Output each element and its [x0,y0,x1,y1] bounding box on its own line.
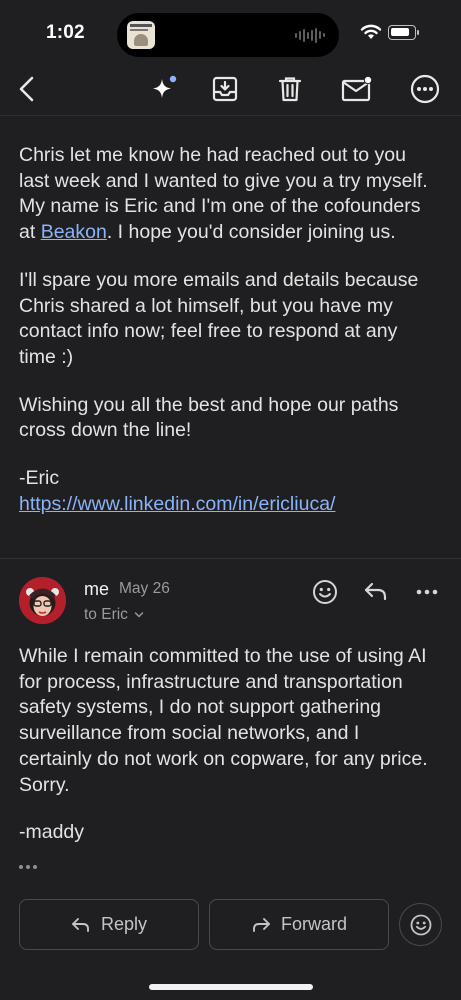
email-toolbar [0,62,461,116]
wifi-icon [360,24,382,39]
delete-button[interactable] [273,72,307,106]
chevron-left-icon [19,76,34,102]
more-options-button[interactable] [408,72,442,106]
show-trimmed-content-button[interactable] [19,860,43,874]
reply-button[interactable]: Reply [19,899,199,950]
message-date: May 26 [119,580,170,597]
trash-icon [278,77,302,102]
message-divider [0,558,461,559]
reply-icon [72,917,89,932]
message-body-eric: Chris let me know he had reached out to … [19,143,434,517]
reply-icon-button[interactable] [359,575,393,609]
body-paragraph: I'll spare you more emails and details b… [19,268,419,368]
avatar[interactable] [19,577,66,624]
reply-icon [364,582,387,601]
message-more-button[interactable] [410,575,444,609]
status-bar: 1:02 [0,0,461,62]
body-text-segment: . I hope you'd consider joining us. [106,221,396,244]
sparkle-icon [153,75,177,98]
body-paragraph: Wishing you all the best and hope our pa… [19,393,399,442]
smiley-icon [313,580,337,604]
archive-button[interactable] [208,72,242,106]
recipient-details-toggle[interactable]: to Eric [84,606,144,624]
avatar-image [19,577,66,624]
forward-button[interactable]: Forward [209,899,389,950]
back-button[interactable] [10,72,44,106]
mail-unread-icon [341,75,373,102]
smiley-icon [410,914,431,935]
chevron-down-icon [134,612,144,618]
body-paragraph: Chris let me know he had reached out to … [19,143,434,246]
signature: -maddy [19,821,85,844]
dynamic-island[interactable] [117,13,339,57]
gemini-button[interactable] [147,72,181,106]
beakon-link[interactable]: Beakon [41,221,107,243]
add-reaction-button[interactable] [308,575,342,609]
signature: -Eric [19,467,60,490]
book-cover-icon [127,21,155,49]
body-paragraph: While I remain committed to the use of u… [19,645,428,796]
recipient-label: to Eric [84,606,128,623]
react-button[interactable] [399,903,442,946]
archive-icon [212,76,238,102]
more-circle-icon [410,74,440,104]
sender-name: me [84,579,110,599]
more-horizontal-icon [416,589,438,595]
audio-waveform-icon [295,27,325,43]
battery-icon [388,25,419,40]
reply-label: Reply [100,914,148,934]
status-time: 1:02 [46,22,85,43]
message-body-me: While I remain committed to the use of u… [19,644,434,846]
linkedin-link[interactable]: https://www.linkedin.com/in/ericliuca/ [19,493,335,515]
forward-icon [253,917,270,932]
mark-unread-button[interactable] [340,72,374,106]
home-indicator[interactable] [149,984,313,990]
forward-label: Forward [280,914,347,934]
